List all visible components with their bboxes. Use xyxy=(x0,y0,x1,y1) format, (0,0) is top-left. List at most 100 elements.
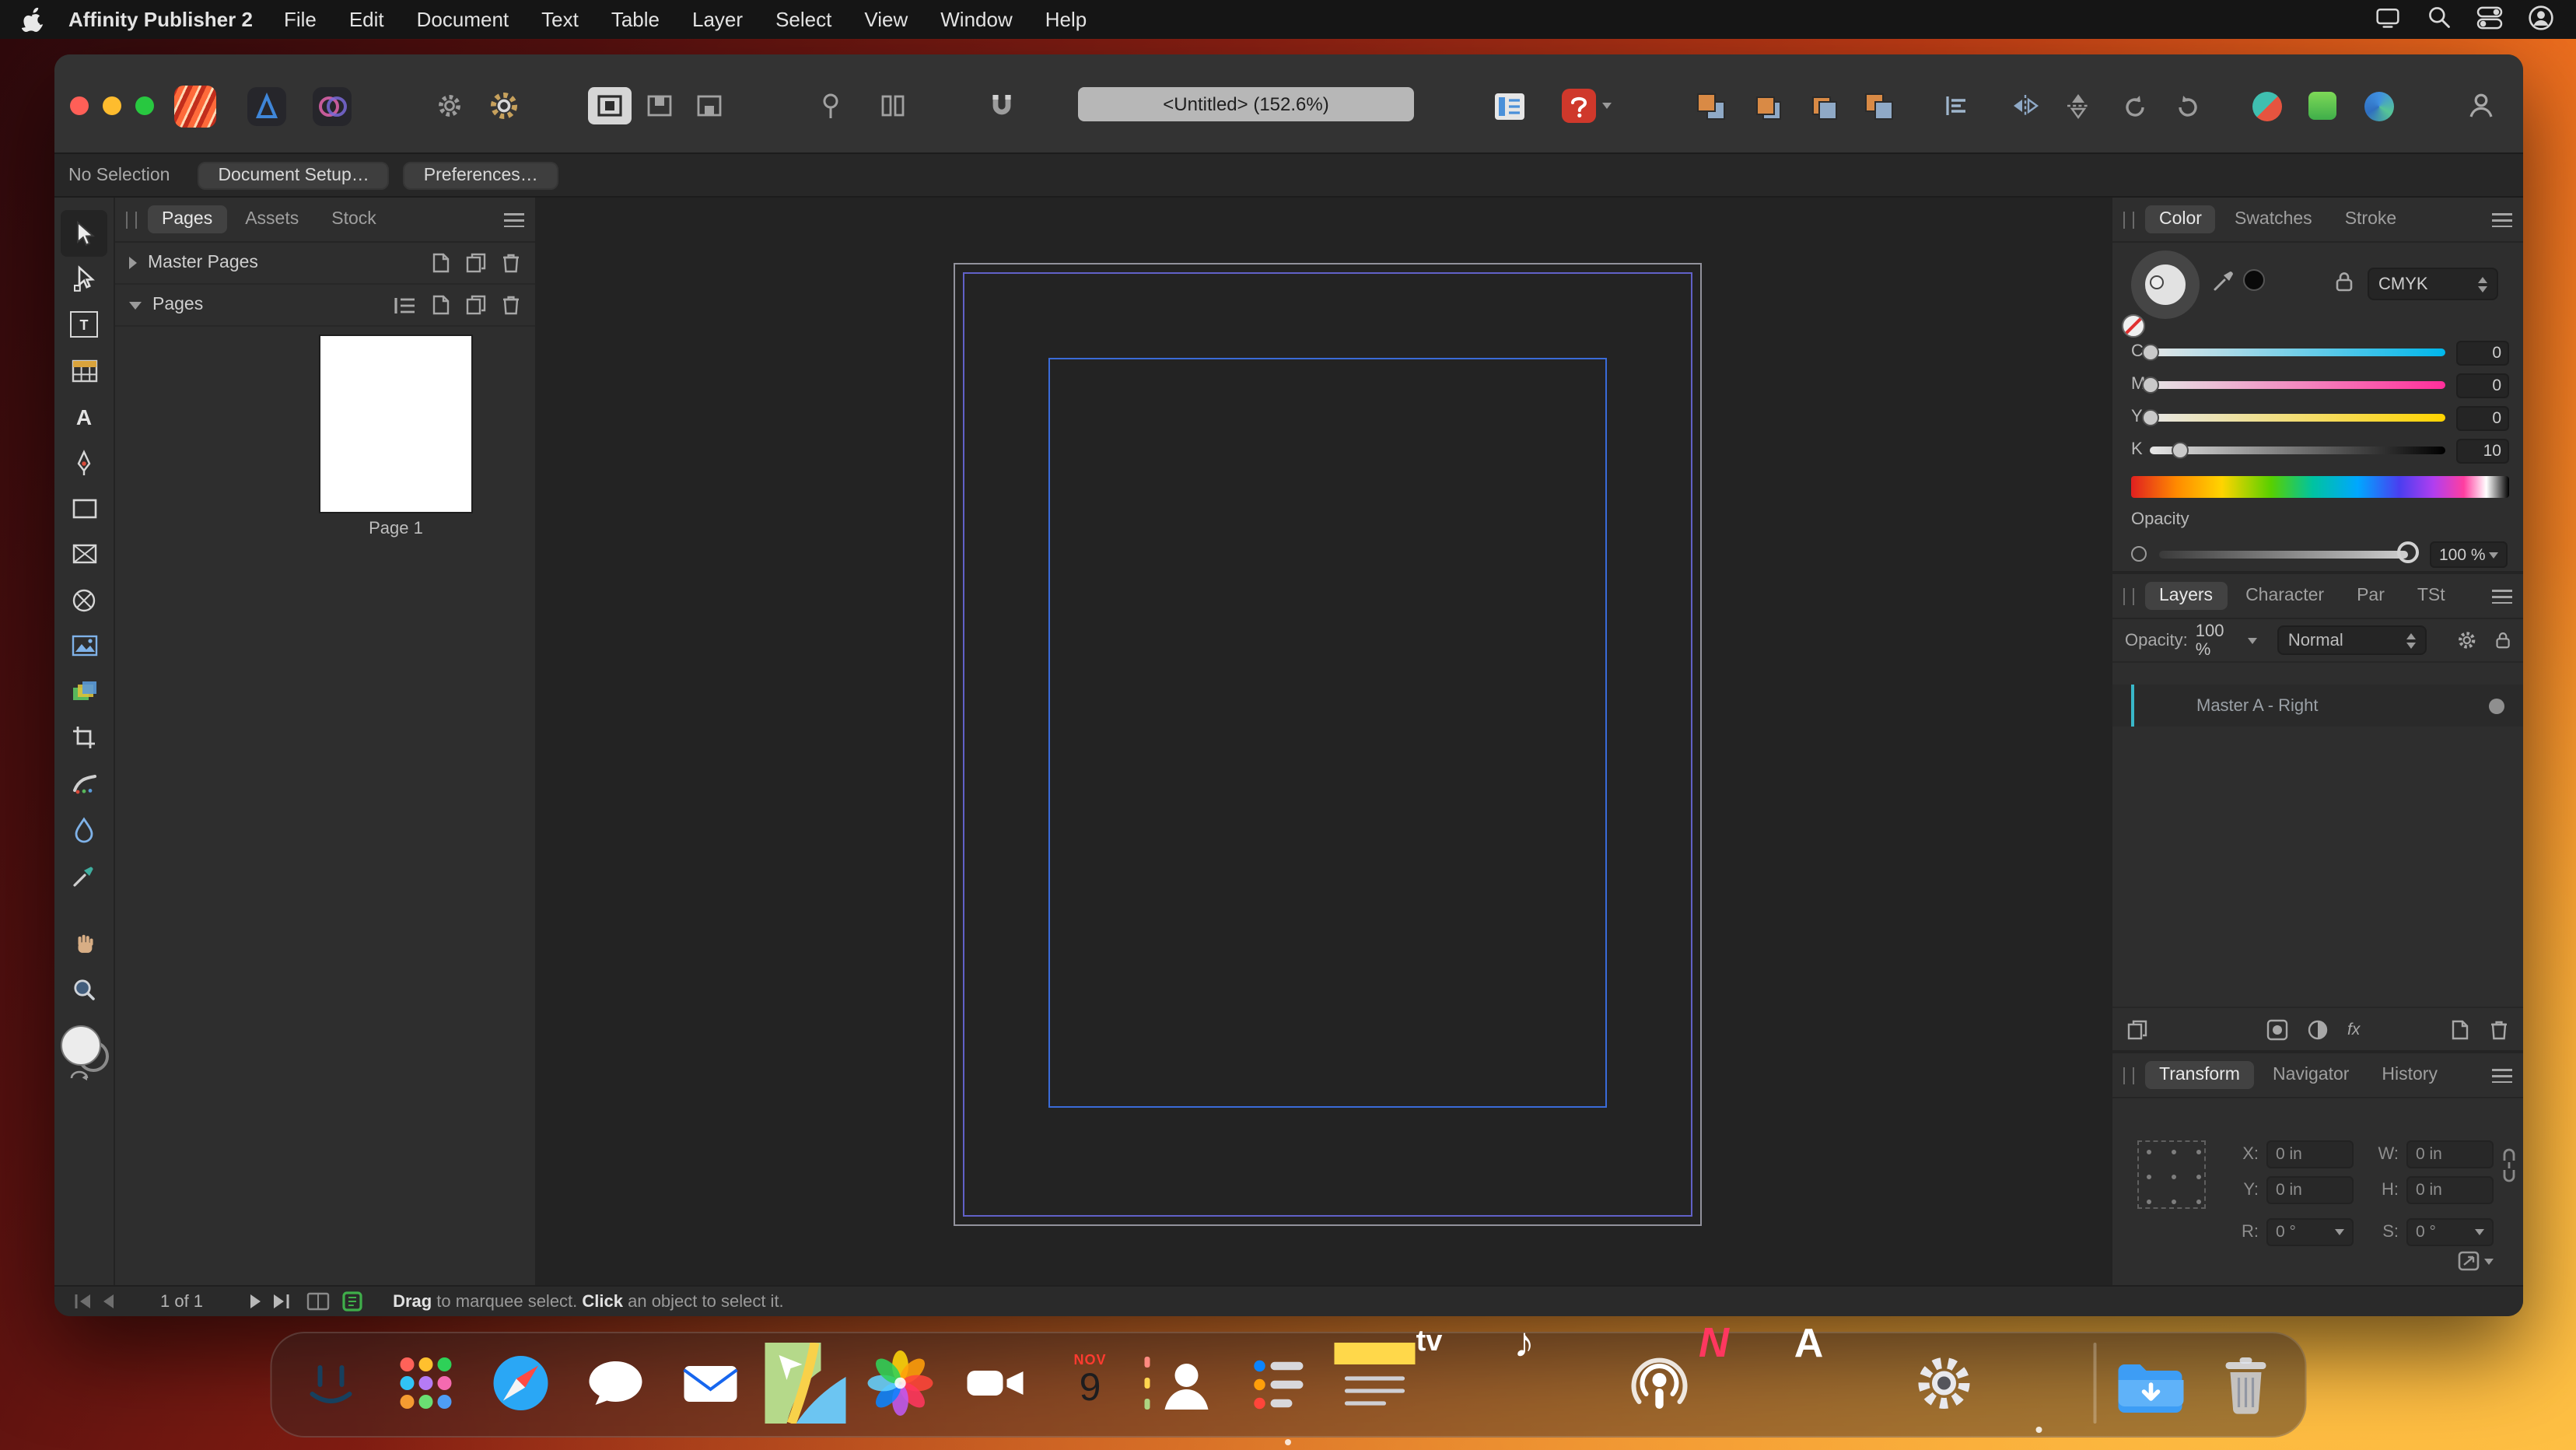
add-page-icon[interactable] xyxy=(431,294,451,316)
hyperlink-tool-icon[interactable] xyxy=(1557,84,1601,128)
document-canvas[interactable] xyxy=(537,198,2111,1285)
place-image-tool[interactable] xyxy=(61,623,107,669)
menu-table[interactable]: Table xyxy=(611,8,660,31)
dock-calendar[interactable]: NOV 9 xyxy=(1050,1343,1131,1424)
picture-frame-rectangle-tool[interactable] xyxy=(61,531,107,577)
move-to-front-icon[interactable] xyxy=(1689,84,1733,128)
panel-drag-grip[interactable] xyxy=(2123,211,2134,228)
panel-drag-grip[interactable] xyxy=(2123,1066,2134,1084)
next-page-button[interactable] xyxy=(243,1291,268,1312)
dock-mail[interactable] xyxy=(670,1343,751,1424)
duplicate-master-icon[interactable] xyxy=(465,252,487,274)
dock-notes[interactable] xyxy=(1335,1343,1416,1424)
first-page-button[interactable] xyxy=(70,1291,95,1312)
rotation-field[interactable]: 0 ° xyxy=(2266,1218,2354,1246)
photo-persona-icon[interactable] xyxy=(310,84,353,128)
tab-transform[interactable]: Transform xyxy=(2145,1061,2254,1089)
shear-field[interactable]: 0 ° xyxy=(2406,1218,2494,1246)
dock-podcasts[interactable] xyxy=(1619,1343,1700,1424)
link-dimensions-icon[interactable] xyxy=(2501,1148,2517,1190)
menu-view[interactable]: View xyxy=(864,8,908,31)
rectangle-tool[interactable] xyxy=(61,485,107,531)
swatch-icon[interactable] xyxy=(2301,84,2344,128)
frame-text-tool[interactable]: T xyxy=(61,302,107,348)
color-wheel-knob[interactable] xyxy=(2150,275,2164,289)
dock-safari[interactable] xyxy=(481,1343,562,1424)
dock-finder[interactable] xyxy=(291,1343,372,1424)
yellow-slider-knob[interactable] xyxy=(2142,408,2159,426)
y-field[interactable]: 0 in xyxy=(2266,1176,2354,1204)
insert-behind-button[interactable] xyxy=(688,87,731,124)
collapse-chevron-icon[interactable] xyxy=(129,257,137,269)
dock-tv[interactable]: tv xyxy=(1430,1343,1510,1424)
insert-inside-button[interactable] xyxy=(588,87,632,124)
color-spectrum-bar[interactable] xyxy=(2131,476,2509,498)
move-backward-icon[interactable] xyxy=(1801,84,1845,128)
menu-edit[interactable]: Edit xyxy=(349,8,384,31)
account-icon[interactable] xyxy=(2459,84,2503,128)
flip-horizontal-icon[interactable] xyxy=(2004,84,2047,128)
column-guides-icon[interactable] xyxy=(871,84,915,128)
dock-maps[interactable] xyxy=(765,1343,846,1424)
layer-effects-icon[interactable]: fx xyxy=(2347,1020,2360,1038)
secondary-color-swatch[interactable] xyxy=(2243,269,2265,291)
pages-section-header[interactable]: Pages xyxy=(115,285,535,327)
menu-window[interactable]: Window xyxy=(940,8,1013,31)
panel-menu-icon[interactable] xyxy=(2492,589,2512,603)
h-field[interactable]: 0 in xyxy=(2406,1176,2494,1204)
panel-menu-icon[interactable] xyxy=(504,212,524,226)
fill-color-icon[interactable] xyxy=(2245,84,2288,128)
opacity-slider[interactable] xyxy=(2159,551,2408,559)
hyperlink-dropdown-chevron[interactable] xyxy=(1602,103,1612,109)
add-master-page-icon[interactable] xyxy=(431,252,451,274)
dock-launchpad[interactable] xyxy=(386,1343,467,1424)
pen-tool[interactable] xyxy=(61,440,107,485)
rotate-ccw-icon[interactable] xyxy=(2112,84,2156,128)
dock-contacts[interactable] xyxy=(1145,1343,1226,1424)
dock-messages[interactable] xyxy=(576,1343,656,1424)
opacity-badge-icon[interactable] xyxy=(2357,84,2400,128)
mask-layer-icon[interactable] xyxy=(2266,1018,2288,1040)
eyedropper-icon[interactable] xyxy=(2212,268,2237,292)
control-center-icon[interactable] xyxy=(2476,5,2503,33)
menu-text[interactable]: Text xyxy=(541,8,579,31)
blend-mode-select[interactable]: Normal xyxy=(2277,625,2427,655)
last-page-button[interactable] xyxy=(268,1291,293,1312)
duplicate-layer-icon[interactable] xyxy=(2126,1018,2148,1040)
dock-downloads[interactable] xyxy=(2110,1343,2191,1424)
fill-swatch[interactable] xyxy=(61,1024,101,1065)
settings-gear-icon[interactable] xyxy=(428,84,471,128)
expand-chevron-icon[interactable] xyxy=(129,301,142,309)
layers-list[interactable]: Master A - Right xyxy=(2112,663,2523,1007)
minimize-button[interactable] xyxy=(103,96,121,115)
close-button[interactable] xyxy=(70,96,89,115)
layer-row-master-a-right[interactable]: Master A - Right xyxy=(2112,685,2523,727)
tab-text-styles[interactable]: TSt xyxy=(2403,582,2459,610)
list-view-icon[interactable] xyxy=(394,295,417,315)
rotate-cw-icon[interactable] xyxy=(2165,84,2209,128)
preferences-gear-icon[interactable] xyxy=(482,84,526,128)
panel-drag-grip[interactable] xyxy=(2123,587,2134,604)
dock-affinity-publisher[interactable] xyxy=(1999,1343,2080,1424)
move-forward-icon[interactable] xyxy=(1745,84,1789,128)
layer-visibility-toggle[interactable] xyxy=(2489,698,2504,713)
black-value[interactable]: 10 xyxy=(2456,439,2509,464)
document-setup-button[interactable]: Document Setup… xyxy=(198,161,389,189)
cyan-slider[interactable] xyxy=(2150,348,2445,356)
user-account-icon[interactable] xyxy=(2528,4,2554,35)
master-pages-section-header[interactable]: Master Pages xyxy=(115,243,535,285)
opacity-knob[interactable] xyxy=(2397,541,2419,563)
dock-photos[interactable] xyxy=(860,1343,941,1424)
preflight-status-icon[interactable] xyxy=(340,1291,365,1312)
fill-gradient-tool[interactable] xyxy=(61,669,107,715)
magenta-slider[interactable] xyxy=(2150,381,2445,389)
snapping-magnet-icon[interactable] xyxy=(980,84,1024,128)
add-layer-icon[interactable] xyxy=(2450,1018,2470,1040)
duplicate-page-icon[interactable] xyxy=(465,294,487,316)
menu-help[interactable]: Help xyxy=(1045,8,1087,31)
menu-document[interactable]: Document xyxy=(417,8,509,31)
delete-master-icon[interactable] xyxy=(501,252,521,274)
apple-menu-icon[interactable] xyxy=(22,7,44,32)
dock-news[interactable]: N xyxy=(1714,1343,1795,1424)
panel-menu-icon[interactable] xyxy=(2492,1068,2512,1082)
